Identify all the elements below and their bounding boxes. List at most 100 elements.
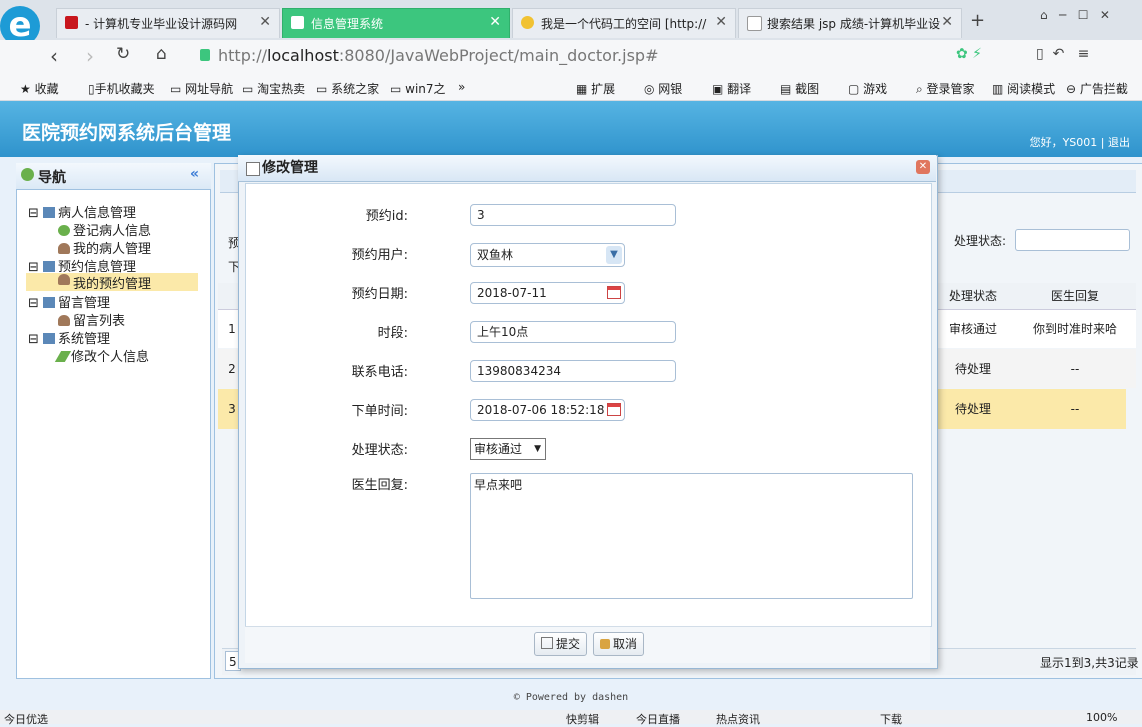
order-time-value: 2018-07-06 18:52:18 <box>477 403 605 417</box>
filter-status-label: 处理状态: <box>954 234 1007 248</box>
page-favicon-icon <box>291 16 304 29</box>
status-quick-edit[interactable]: 快剪辑 <box>566 711 599 727</box>
browser-tab-3[interactable]: 我是一个代码工的空间 [http:// ✕ <box>512 8 736 38</box>
url-host: localhost <box>267 46 339 65</box>
sidebar-item-my-appointments[interactable]: 我的预约管理 <box>26 273 198 292</box>
toolbar-adblock[interactable]: ⊖ 广告拦截 <box>1066 80 1128 97</box>
app-footer: © Powered by dashen <box>513 692 629 703</box>
field-label-time-slot: 时段: <box>377 326 408 341</box>
sidebar-item-my-patients[interactable]: 我的病人管理 <box>58 238 151 257</box>
bookmark-mobile[interactable]: ▯手机收藏夹 <box>88 80 155 97</box>
submit-button[interactable]: 提交 <box>534 632 588 656</box>
edit-icon <box>246 162 260 176</box>
status-select[interactable]: 审核通过 ▼ <box>470 438 546 460</box>
bookmark-label: win7之 <box>405 82 446 96</box>
cancel-button[interactable]: 取消 <box>593 632 645 656</box>
app-title: 医院预约网系统后台管理 <box>22 122 232 144</box>
selected-user: 双鱼林 <box>477 248 514 262</box>
chevron-down-icon[interactable]: ▼ <box>606 246 622 264</box>
reload-icon[interactable]: ↻ <box>116 44 130 64</box>
sidebar-item-label: 我的病人管理 <box>73 242 152 257</box>
status-zoom[interactable]: 100% <box>1086 711 1117 724</box>
status-left[interactable]: 今日优选 <box>4 711 48 727</box>
toolbar-label: 阅读模式 <box>1007 82 1056 96</box>
tree-group-patients[interactable]: ⊟ 病人信息管理 <box>28 202 136 221</box>
edit-icon <box>541 637 553 649</box>
toolbar-bank[interactable]: ◎ 网银 <box>644 80 682 97</box>
nav-globe-icon <box>21 168 34 181</box>
status-download[interactable]: 下载 <box>880 711 902 727</box>
bookmark-label: 系统之家 <box>331 82 380 96</box>
tree-group-system[interactable]: ⊟ 系统管理 <box>28 328 110 347</box>
toolbar-screenshot[interactable]: ▤ 截图 <box>780 80 819 97</box>
tree-group-messages[interactable]: ⊟ 留言管理 <box>28 292 110 311</box>
bookmark-favorites[interactable]: ★ 收藏 <box>20 80 59 97</box>
browser-tab-1[interactable]: - 计算机专业毕业设计源码网 ✕ <box>56 8 280 38</box>
time-slot-field[interactable]: 上午10点 <box>470 321 676 343</box>
sidebar-item-register-patient[interactable]: 登记病人信息 <box>58 220 151 239</box>
status-news[interactable]: 热点资讯 <box>716 711 760 727</box>
toolbar-translate[interactable]: ▣ 翻译 <box>712 80 751 97</box>
folder-icon <box>43 207 56 218</box>
doctor-reply-textarea[interactable]: 早点来吧 <box>470 473 913 599</box>
user-icon <box>58 243 70 254</box>
calendar-icon[interactable] <box>607 286 621 299</box>
toolbar-extend[interactable]: ▦ 扩展 <box>576 80 615 97</box>
star-favicon-icon <box>521 16 534 29</box>
collapse-sidebar-button[interactable]: « <box>190 166 199 182</box>
field-label-phone: 联系电话: <box>351 365 408 380</box>
toolbar-login-manager[interactable]: ⌕ 登录管家 <box>916 80 975 97</box>
close-icon[interactable]: ✕ <box>916 160 930 174</box>
row-status: 待处理 <box>954 402 991 416</box>
bookmark-system[interactable]: ▭ 系统之家 <box>316 80 379 97</box>
bookmark-label: 淘宝热卖 <box>257 82 306 96</box>
browser-tab-2[interactable]: 信息管理系统 ✕ <box>282 8 510 38</box>
close-tab-icon[interactable]: ✕ <box>259 14 271 30</box>
close-tab-icon[interactable]: ✕ <box>489 14 501 30</box>
order-time-field[interactable]: 2018-07-06 18:52:18 <box>470 399 625 421</box>
separator: | <box>1100 136 1105 149</box>
back-arrow-icon[interactable]: ‹ <box>50 44 58 68</box>
appointment-user-select[interactable]: 双鱼林 ▼ <box>470 243 625 267</box>
sidebar-item-edit-profile[interactable]: 修改个人信息 <box>54 346 150 365</box>
field-label-reply: 医生回复: <box>351 478 408 493</box>
pager-info: 显示1到3,共3记录 <box>1040 656 1139 670</box>
bookmarks-overflow[interactable]: » <box>458 80 465 94</box>
home-icon[interactable]: ⌂ <box>156 44 167 64</box>
tree-group-label: 留言管理 <box>58 296 111 311</box>
extension-icons[interactable]: ✿ ⚡ <box>956 46 982 62</box>
appointment-date-field[interactable]: 2018-07-11 <box>470 282 625 304</box>
bookmark-win7[interactable]: ▭ win7之 <box>390 80 446 97</box>
url-prefix: http:// <box>218 46 268 65</box>
sidebar-item-message-list[interactable]: 留言列表 <box>58 310 125 329</box>
window-controls[interactable]: ⌂ ─ ☐ ✕ <box>1040 8 1110 22</box>
toolbar-label: 翻译 <box>727 82 752 96</box>
forward-arrow-icon[interactable]: › <box>86 44 94 68</box>
close-tab-icon[interactable]: ✕ <box>715 14 727 30</box>
filter-status-input[interactable] <box>1015 229 1130 251</box>
bookmark-nav[interactable]: ▭ 网址导航 <box>170 80 233 97</box>
appointment-id-field[interactable]: 3 <box>470 204 676 226</box>
toolbar-reader[interactable]: ▥ 阅读模式 <box>992 80 1055 97</box>
new-tab-button[interactable]: + <box>970 10 985 31</box>
tree-group-label: 系统管理 <box>58 332 111 347</box>
close-tab-icon[interactable]: ✕ <box>941 14 953 30</box>
row-status: 审核通过 <box>948 322 997 336</box>
toolbar-games[interactable]: ▢ 游戏 <box>848 80 887 97</box>
toolbar-menu-icons[interactable]: ▯ ↶ ≡ <box>1036 46 1089 62</box>
tab-label: 信息管理系统 <box>311 17 384 31</box>
row-status: 待处理 <box>954 362 991 376</box>
sidebar-item-label: 修改个人信息 <box>71 350 150 365</box>
toolbar-label: 广告拦截 <box>1079 82 1128 96</box>
user-icon-shape <box>58 274 70 285</box>
url-field[interactable]: http://localhost:8080/JavaWebProject/mai… <box>218 44 1048 68</box>
phone-field[interactable]: 13980834234 <box>470 360 676 382</box>
folder-icon <box>43 261 56 272</box>
bookmark-taobao[interactable]: ▭ 淘宝热卖 <box>242 80 305 97</box>
calendar-icon[interactable] <box>607 403 621 416</box>
logout-link[interactable]: 退出 <box>1108 136 1130 149</box>
dialog-footer <box>245 626 930 663</box>
status-live[interactable]: 今日直播 <box>636 711 680 727</box>
browser-tab-4[interactable]: 搜索结果 jsp 成绩-计算机毕业设 ✕ <box>738 8 962 38</box>
field-label-user: 预约用户: <box>351 248 408 263</box>
